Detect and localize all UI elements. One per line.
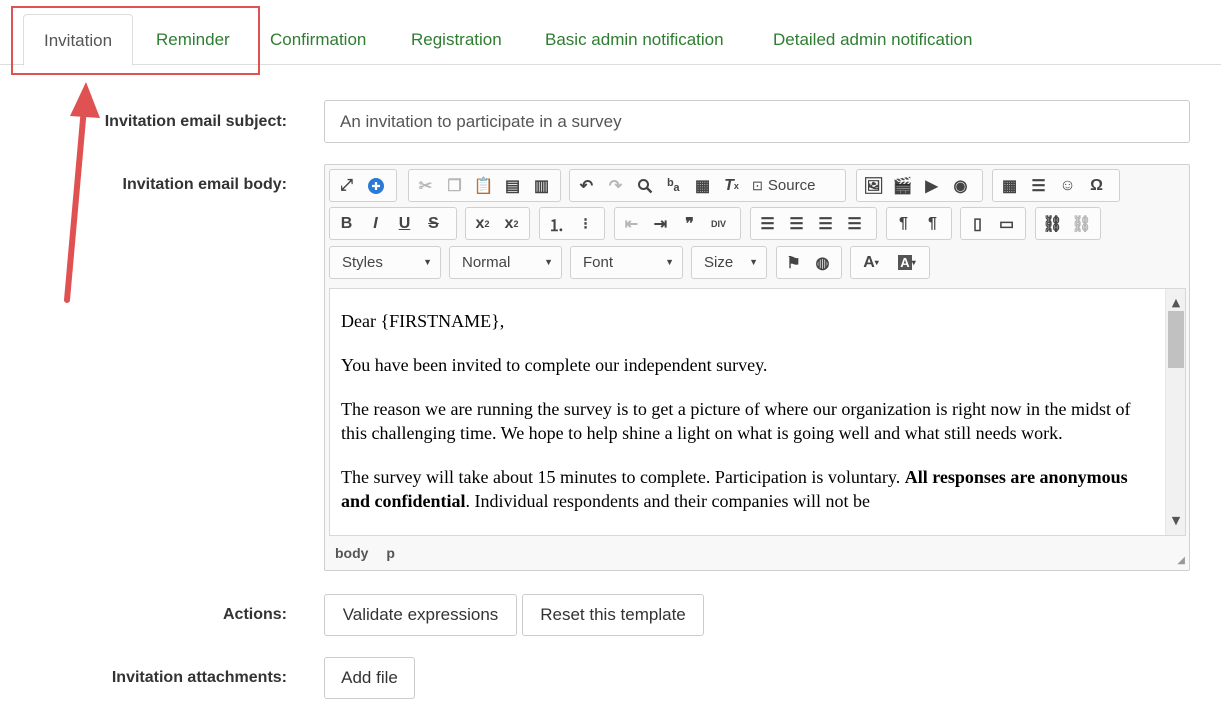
maximize-icon[interactable]: ⤢: [332, 172, 361, 200]
source-icon: ⊡: [752, 177, 763, 193]
text-color-icon[interactable]: A ▾: [853, 249, 889, 277]
validate-expressions-button[interactable]: Validate expressions: [324, 594, 517, 636]
select-all-icon[interactable]: ▦: [688, 172, 717, 200]
resize-handle-icon[interactable]: ◢: [1177, 555, 1185, 566]
superscript-icon[interactable]: x2: [497, 210, 526, 238]
reset-template-button[interactable]: Reset this template: [522, 594, 704, 636]
align-center-icon[interactable]: ☰: [782, 210, 811, 238]
tab-confirmation[interactable]: Confirmation: [250, 14, 386, 65]
duration-text-end: . Individual respondents and their compa…: [465, 491, 870, 511]
editor-scrollbar[interactable]: ▲ ▼: [1165, 289, 1185, 535]
element-path: body p: [335, 545, 409, 561]
editor-toolbar: ⤢ ✂ ❐ 📋 ▤ ▥ ↶ ↷ ᵇₐ ▦ Tx ⊡ Source 🖼 🎬 ▶ ◉…: [329, 169, 1185, 289]
chevron-down-icon: ▼: [665, 257, 674, 267]
rtl-icon[interactable]: ¶: [918, 210, 947, 238]
paste-word-icon[interactable]: ▥: [527, 172, 556, 200]
italic-icon[interactable]: I: [361, 210, 390, 238]
align-right-icon[interactable]: ☰: [811, 210, 840, 238]
editor-content[interactable]: Dear {FIRSTNAME}, You have been invited …: [329, 288, 1186, 536]
tab-reminder[interactable]: Reminder: [136, 14, 250, 65]
subject-input[interactable]: [324, 100, 1190, 143]
div-container-icon[interactable]: DIV: [704, 210, 733, 238]
template-tabs: Invitation Reminder Confirmation Registr…: [0, 0, 1221, 66]
chevron-down-icon: ▼: [749, 257, 758, 267]
subject-label: Invitation email subject:: [104, 113, 287, 130]
outdent-icon[interactable]: ⇤: [617, 210, 646, 238]
path-p[interactable]: p: [386, 545, 395, 561]
bold-icon[interactable]: B: [332, 210, 361, 238]
tab-basic-admin-notification[interactable]: Basic admin notification: [525, 14, 744, 65]
copy-icon[interactable]: ❐: [440, 172, 469, 200]
font-dropdown[interactable]: Font ▼: [570, 246, 683, 279]
greeting-paragraph: Dear {FIRSTNAME},: [341, 311, 505, 331]
align-left-icon[interactable]: ☰: [753, 210, 782, 238]
link-icon[interactable]: ⛓: [1038, 210, 1067, 238]
image-icon[interactable]: 🖼: [859, 172, 888, 200]
indent-icon[interactable]: ⇥: [646, 210, 675, 238]
templates-icon[interactable]: ▭: [992, 210, 1021, 238]
redo-icon[interactable]: ↷: [601, 172, 630, 200]
duration-text: The survey will take about 15 minutes to…: [341, 467, 905, 487]
font-value: Font: [583, 254, 614, 271]
path-body[interactable]: body: [335, 545, 368, 561]
cut-icon[interactable]: ✂: [411, 172, 440, 200]
video-icon[interactable]: 🎬: [888, 172, 917, 200]
format-dropdown[interactable]: Normal ▼: [449, 246, 562, 279]
anchor-flag-icon[interactable]: ⚑: [779, 249, 808, 277]
background-color-icon[interactable]: A ▾: [889, 249, 925, 277]
size-value: Size: [704, 254, 734, 271]
find-icon[interactable]: [630, 172, 659, 200]
table-icon[interactable]: ▦: [995, 172, 1024, 200]
paste-icon[interactable]: 📋: [469, 172, 498, 200]
horizontal-rule-icon[interactable]: ☰: [1024, 172, 1053, 200]
tab-detailed-admin-notification[interactable]: Detailed admin notification: [753, 14, 992, 65]
subscript-icon[interactable]: x2: [468, 210, 497, 238]
bulleted-list-icon[interactable]: ⁝: [571, 210, 600, 238]
unlink-icon[interactable]: ⛓: [1067, 210, 1096, 238]
ltr-icon[interactable]: ¶: [889, 210, 918, 238]
replace-icon[interactable]: ᵇₐ: [659, 172, 688, 200]
paste-text-icon[interactable]: ▤: [498, 172, 527, 200]
tab-invitation[interactable]: Invitation: [23, 14, 134, 66]
intro-paragraph: You have been invited to complete our in…: [341, 355, 768, 375]
underline-icon[interactable]: U: [390, 210, 419, 238]
scroll-thumb[interactable]: [1168, 311, 1184, 368]
flash-icon[interactable]: ◉: [946, 172, 975, 200]
reason-paragraph: The reason we are running the survey is …: [341, 399, 1131, 443]
source-label: Source: [767, 177, 816, 194]
add-file-button[interactable]: Add file: [324, 657, 415, 699]
page-break-icon[interactable]: ▯: [963, 210, 992, 238]
smiley-icon[interactable]: ☺: [1053, 172, 1082, 200]
size-dropdown[interactable]: Size ▼: [691, 246, 767, 279]
numbered-list-icon[interactable]: ⒈: [542, 210, 571, 238]
special-char-icon[interactable]: Ω: [1082, 172, 1111, 200]
styles-dropdown[interactable]: Styles ▼: [329, 246, 441, 279]
chevron-down-icon: ▼: [544, 257, 553, 267]
styles-value: Styles: [342, 254, 383, 271]
source-button[interactable]: ⊡ Source: [746, 172, 821, 200]
justify-icon[interactable]: ☰: [840, 210, 869, 238]
undo-icon[interactable]: ↶: [572, 172, 601, 200]
remove-format-icon[interactable]: Tx: [717, 172, 746, 200]
body-label: Invitation email body:: [122, 176, 287, 193]
chevron-down-icon: ▼: [423, 257, 432, 267]
duration-paragraph: The survey will take about 15 minutes to…: [341, 465, 1145, 513]
add-plus-icon[interactable]: [361, 172, 390, 200]
scroll-down-icon[interactable]: ▼: [1166, 509, 1185, 533]
blockquote-icon[interactable]: ❞: [675, 210, 704, 238]
actions-label: Actions:: [223, 606, 287, 623]
format-value: Normal: [462, 254, 511, 271]
attachments-label: Invitation attachments:: [111, 669, 287, 686]
youtube-icon[interactable]: ▶: [917, 172, 946, 200]
tab-registration[interactable]: Registration: [391, 14, 522, 65]
rich-text-editor: ⤢ ✂ ❐ 📋 ▤ ▥ ↶ ↷ ᵇₐ ▦ Tx ⊡ Source 🖼 🎬 ▶ ◉…: [324, 164, 1190, 571]
globe-icon[interactable]: ◍: [808, 249, 837, 277]
strikethrough-icon[interactable]: S: [419, 210, 448, 238]
